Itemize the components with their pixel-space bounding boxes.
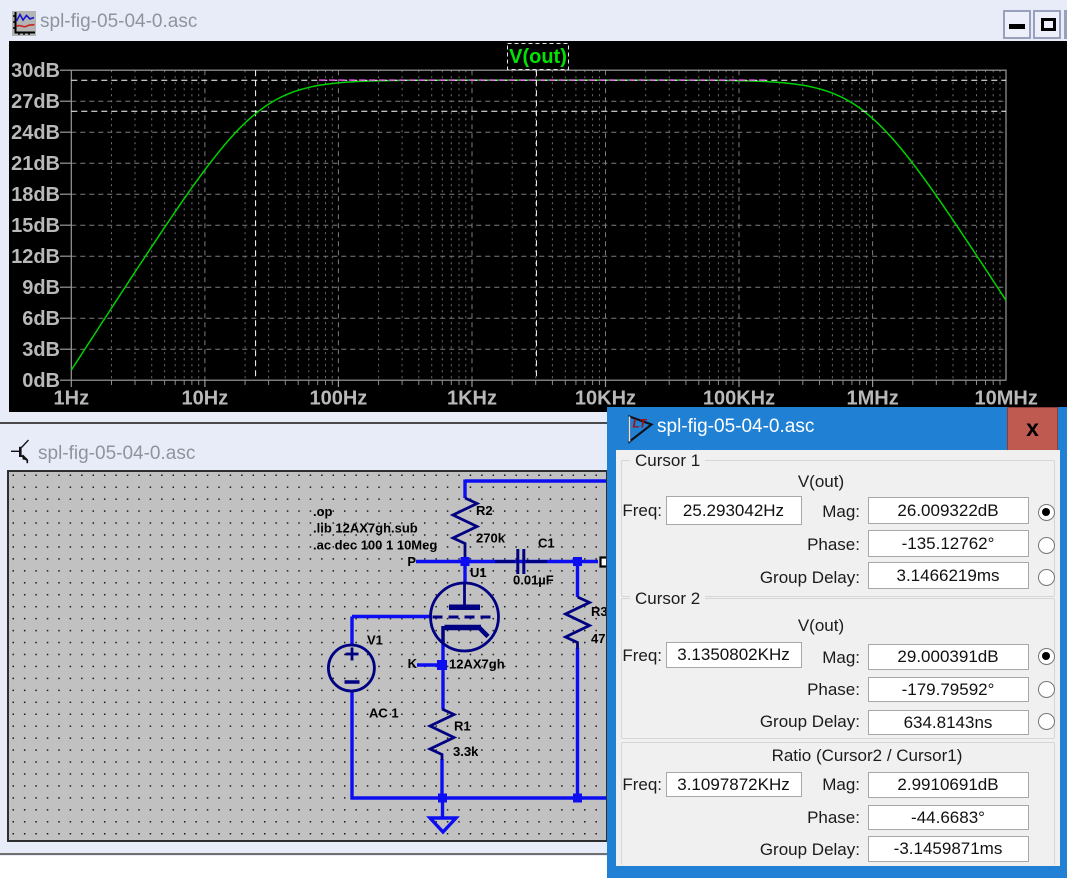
svg-text:P: P	[407, 554, 416, 569]
svg-text:.ac dec 100 1 10Meg: .ac dec 100 1 10Meg	[313, 538, 437, 553]
svg-text:24dB: 24dB	[11, 122, 60, 144]
svg-text:K: K	[408, 656, 418, 671]
svg-text:3.3k: 3.3k	[453, 744, 479, 759]
svg-text:21dB: 21dB	[11, 153, 60, 175]
svg-text:LT: LT	[633, 417, 648, 431]
svg-text:R3: R3	[591, 604, 606, 619]
svg-text:10Hz: 10Hz	[182, 388, 229, 410]
svg-text:R2: R2	[476, 503, 493, 518]
svg-text:15dB: 15dB	[11, 215, 60, 237]
svg-text:30dB: 30dB	[11, 60, 60, 82]
svg-text:1Hz: 1Hz	[54, 388, 90, 410]
svg-text:100Hz: 100Hz	[309, 388, 367, 410]
svg-text:0.01µF: 0.01µF	[513, 573, 554, 588]
svg-text:27dB: 27dB	[11, 91, 60, 113]
svg-text:9dB: 9dB	[22, 277, 60, 299]
svg-text:C1: C1	[538, 535, 555, 550]
svg-text:12dB: 12dB	[11, 246, 60, 268]
svg-text:V1: V1	[367, 633, 383, 648]
svg-text:V(out): V(out)	[509, 46, 567, 68]
svg-text:R1: R1	[454, 719, 471, 734]
svg-text:270k: 270k	[476, 531, 506, 546]
svg-text:.op: .op	[313, 504, 333, 519]
svg-text:12AX7gh: 12AX7gh	[449, 657, 505, 672]
svg-text:1KHz: 1KHz	[447, 388, 497, 410]
svg-text:.lib 12AX7gh.sub: .lib 12AX7gh.sub	[313, 521, 418, 536]
svg-text:47: 47	[591, 631, 605, 646]
svg-text:6dB: 6dB	[22, 308, 60, 330]
svg-text:3dB: 3dB	[22, 339, 60, 361]
svg-text:18dB: 18dB	[11, 184, 60, 206]
svg-text:AC 1: AC 1	[369, 706, 399, 721]
svg-text:U1: U1	[470, 565, 487, 580]
